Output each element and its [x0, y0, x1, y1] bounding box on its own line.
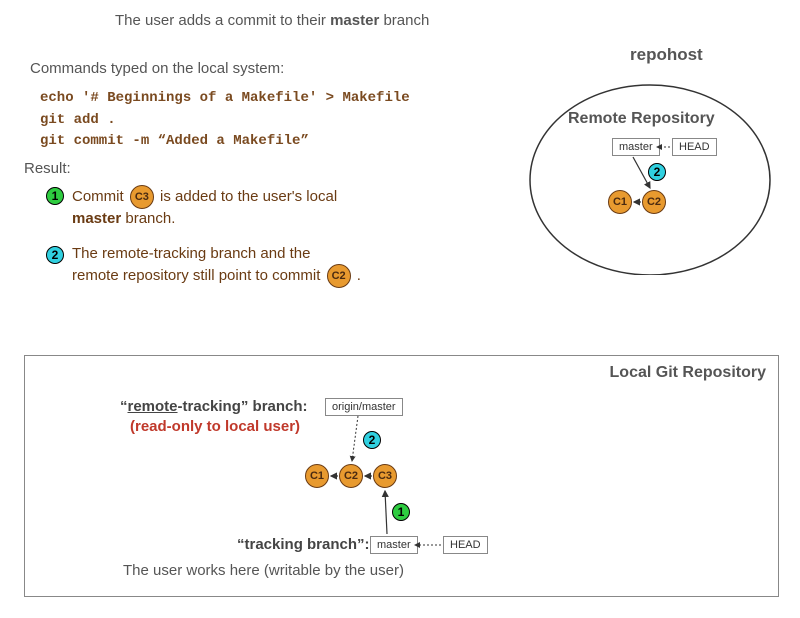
remote-host-label: repohost — [630, 45, 703, 65]
local-head-ref: HEAD — [443, 536, 488, 554]
remote-arrows — [520, 45, 780, 275]
cmd-line-3: git commit -m “Added a Makefile” — [40, 133, 309, 149]
remote-tracking-sublabel: (read-only to local user) — [130, 418, 300, 435]
remote-repo: repohost Remote Repository master HEAD 2… — [520, 45, 780, 275]
commit-c3-inline: C3 — [130, 185, 154, 209]
commands-block: echo '# Beginnings of a Makefile' > Make… — [40, 88, 410, 153]
remote-head-ref: HEAD — [672, 138, 717, 156]
page-title: The user adds a commit to their master b… — [115, 12, 429, 29]
local-title: Local Git Repository — [610, 364, 766, 382]
cmd-line-1: echo '# Beginnings of a Makefile' > Make… — [40, 90, 410, 106]
title-pre: The user adds a commit to their — [115, 12, 330, 29]
step-badge-2: 2 — [46, 246, 64, 264]
local-repo-box: Local Git Repository “remote-tracking” b… — [24, 355, 779, 597]
remote-step-badge: 2 — [648, 163, 666, 181]
result-2-text: The remote-tracking branch and the remot… — [72, 244, 361, 288]
remote-heading: Remote Repository — [568, 110, 715, 128]
remote-commit-c2: C2 — [642, 190, 666, 214]
title-post: branch — [379, 12, 429, 29]
result-heading: Result: — [24, 160, 71, 177]
remote-ellipse — [520, 45, 780, 275]
local-commit-c2: C2 — [339, 464, 363, 488]
origin-master-ref: origin/master — [325, 398, 403, 416]
title-bold: master — [330, 12, 379, 29]
tracking-branch-label: “tracking branch”: — [237, 536, 370, 553]
commands-heading: Commands typed on the local system: — [30, 60, 284, 77]
remote-tracking-label: “remote-tracking” branch: — [120, 398, 308, 415]
step-badge-1: 1 — [46, 187, 64, 205]
local-master-ref: master — [370, 536, 418, 554]
tracking-branch-sublabel: The user works here (writable by the use… — [123, 562, 404, 579]
result-1-text: Commit C3 is added to the user's local m… — [72, 185, 337, 229]
remote-commit-c1: C1 — [608, 190, 632, 214]
local-commit-c1: C1 — [305, 464, 329, 488]
cmd-line-2: git add . — [40, 112, 116, 128]
commit-c2-inline: C2 — [327, 264, 351, 288]
result-item-1: 1 Commit C3 is added to the user's local… — [46, 185, 337, 229]
remote-master-ref: master — [612, 138, 660, 156]
local-step-badge-top: 2 — [363, 431, 381, 449]
result-item-2: 2 The remote-tracking branch and the rem… — [46, 244, 361, 288]
local-commit-c3: C3 — [373, 464, 397, 488]
local-step-badge-bottom: 1 — [392, 503, 410, 521]
